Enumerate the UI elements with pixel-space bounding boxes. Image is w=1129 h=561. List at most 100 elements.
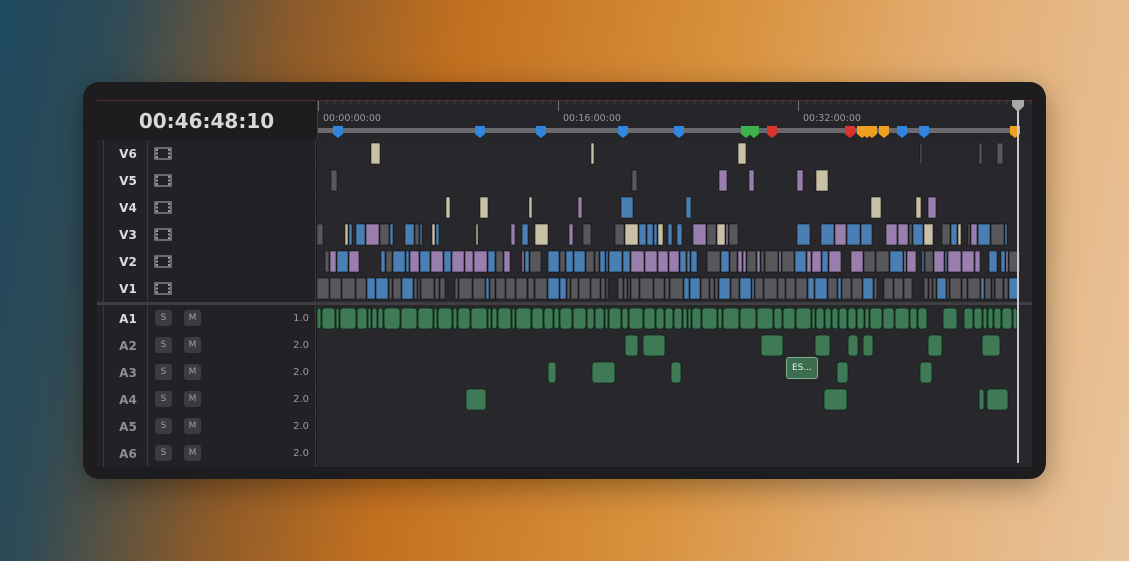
solo-button[interactable]: S [155,391,172,407]
video-clip [529,250,542,273]
audio-clip [986,388,1009,411]
video-clip [994,277,1004,300]
track-header-v1[interactable]: V1 [97,275,316,302]
video-clip [728,223,739,246]
video-clip [936,277,947,300]
mute-button[interactable]: M [184,391,201,407]
video-clip [1003,277,1009,300]
solo-button[interactable]: S [155,445,172,461]
track-level: 2.0 [293,367,309,378]
audio-clip [572,307,587,330]
video-clip [585,250,595,273]
track-header-a4[interactable]: A4 S M 2.0 [97,386,316,413]
video-clip [700,277,710,300]
audio-clip [624,334,639,357]
video-clip [906,250,917,273]
video-clip [737,142,747,165]
track-header-v4[interactable]: V4 [97,194,316,221]
video-clip [379,223,390,246]
audio-clip [594,307,605,330]
track-name: V5 [119,173,137,188]
video-clip [991,277,995,300]
video-clip [487,250,496,273]
video-clip [988,250,998,273]
track-header-a6[interactable]: A6 S M 2.0 [97,440,316,467]
mute-button[interactable]: M [184,445,201,461]
video-clip [547,277,560,300]
solo-button[interactable]: S [155,418,172,434]
track-header-v3[interactable]: V3 [97,221,316,248]
video-clip [837,277,842,300]
playhead[interactable] [1017,100,1019,463]
video-clip [679,250,687,273]
track-level: 2.0 [293,448,309,459]
video-clip [485,277,490,300]
video-clip [984,277,992,300]
mute-button[interactable]: M [184,364,201,380]
video-clip [841,277,852,300]
video-clip [742,250,747,273]
timeline-marker [618,126,628,138]
video-clip [889,250,904,273]
video-clip [893,277,904,300]
video-clip [644,250,658,273]
audio-clip [869,307,883,330]
video-clip [821,250,829,273]
playhead-handle-icon[interactable] [1011,100,1025,112]
track-header-a2[interactable]: A2 S M 2.0 [97,332,316,359]
track-header-a1[interactable]: A1 S M 1.0 [97,305,316,332]
timeline-marker [749,126,759,138]
video-clip [689,277,701,300]
track-header-a5[interactable]: A5 S M 2.0 [97,413,316,440]
audio-clip [487,307,492,330]
mute-button[interactable]: M [184,418,201,434]
track-header-a3[interactable]: A3 S M 2.0 [97,359,316,386]
video-clip [967,223,971,246]
track-header-v6[interactable]: V6 [97,140,316,167]
audio-clip-label[interactable]: ES... [786,357,818,379]
track-header-v2[interactable]: V2 [97,248,316,275]
video-clip [622,250,631,273]
audio-clip [917,307,928,330]
video-clip [718,169,728,192]
audio-clip [400,307,418,330]
audio-clip [701,307,718,330]
video-clip [908,223,913,246]
video-clip [933,250,945,273]
video-clip [718,277,731,300]
solo-button[interactable]: S [155,337,172,353]
video-clip [559,277,567,300]
audio-clip [655,307,665,330]
video-clip [630,250,645,273]
video-clip [903,250,907,273]
mute-button[interactable]: M [184,337,201,353]
video-clip [739,277,752,300]
mute-button[interactable]: M [184,310,201,326]
timecode-display[interactable]: 00:46:48:10 [97,100,316,140]
audio-clip [511,307,516,330]
video-clip [947,250,962,273]
timeline-ruler[interactable]: 00:00:00:00 00:16:00:00 00:32:00:00 [317,100,1032,140]
video-clip [932,277,937,300]
video-clip [521,223,529,246]
audio-clip [664,307,674,330]
video-clip [473,250,488,273]
video-clip [863,250,876,273]
video-clip [534,223,549,246]
solo-button[interactable]: S [155,364,172,380]
solo-button[interactable]: S [155,310,172,326]
video-clip [764,250,779,273]
video-clip [620,196,634,219]
video-clip [414,223,420,246]
video-clip [828,250,842,273]
track-header-v5[interactable]: V5 [97,167,316,194]
video-clip [409,250,420,273]
video-clip [624,223,639,246]
track-name: A2 [119,338,137,353]
video-clip [348,250,360,273]
track-level: 1.0 [293,313,309,324]
video-clip [646,223,654,246]
audio-clip [670,361,682,384]
video-clip [944,250,948,273]
video-clip [897,223,909,246]
